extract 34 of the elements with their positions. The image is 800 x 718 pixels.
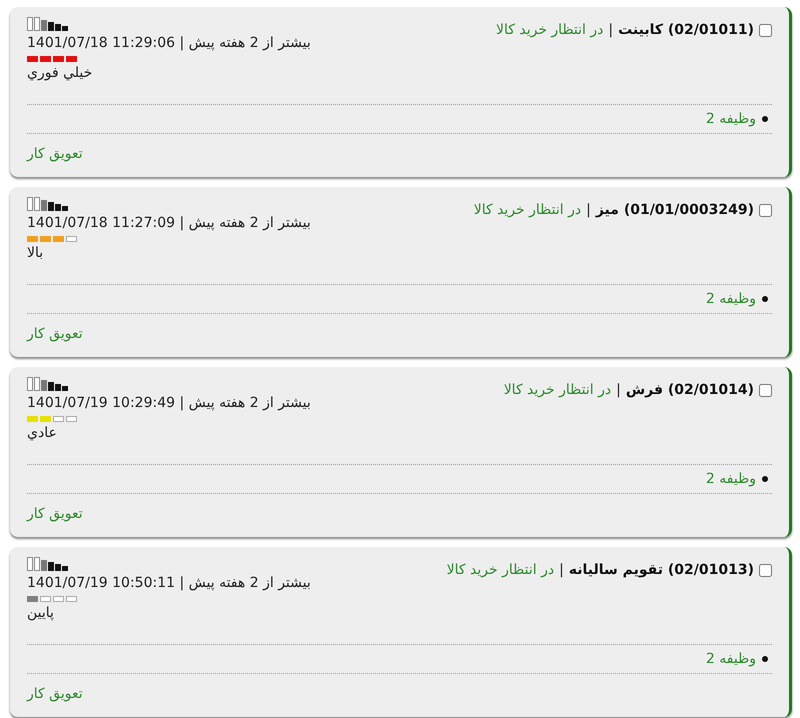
priority-square	[40, 596, 51, 602]
priority-square	[66, 236, 77, 242]
select-checkbox[interactable]	[759, 564, 772, 576]
status-text: در انتظار خرید کالا	[474, 202, 582, 218]
status-text: در انتظار خرید کالا	[496, 22, 604, 38]
priority-label: عادي	[27, 425, 57, 441]
postpone-link[interactable]: تعویق کار	[27, 506, 83, 522]
select-checkbox[interactable]	[759, 384, 772, 396]
priority-label: خيلي فوري	[27, 65, 92, 81]
task-link[interactable]: وظیفه 2	[706, 291, 756, 307]
select-checkbox[interactable]	[759, 24, 772, 36]
bullet-icon	[762, 296, 768, 302]
priority-square	[53, 416, 64, 422]
separator: |	[616, 382, 621, 398]
bullet-icon	[762, 116, 768, 122]
separator: |	[586, 202, 591, 218]
priority-square	[66, 416, 77, 422]
separator: |	[608, 22, 614, 38]
priority-label: پایین	[27, 605, 54, 621]
task-link[interactable]: وظیفه 2	[706, 111, 756, 127]
postpone-link[interactable]: تعویق کار	[27, 146, 83, 162]
postpone-link[interactable]: تعویق کار	[27, 326, 83, 342]
status-text: در انتظار خرید کالا	[504, 382, 612, 398]
status-text: در انتظار خرید کالا	[446, 562, 554, 578]
bullet-icon	[762, 476, 768, 482]
priority-square	[66, 596, 77, 602]
task-link[interactable]: وظیفه 2	[706, 651, 756, 667]
separator: |	[559, 562, 564, 578]
task-link[interactable]: وظیفه 2	[706, 471, 756, 487]
bullet-icon	[762, 656, 768, 662]
priority-label: بالا	[27, 245, 44, 261]
postpone-link[interactable]: تعویق کار	[27, 686, 83, 702]
select-checkbox[interactable]	[759, 204, 772, 216]
priority-square	[53, 596, 64, 602]
